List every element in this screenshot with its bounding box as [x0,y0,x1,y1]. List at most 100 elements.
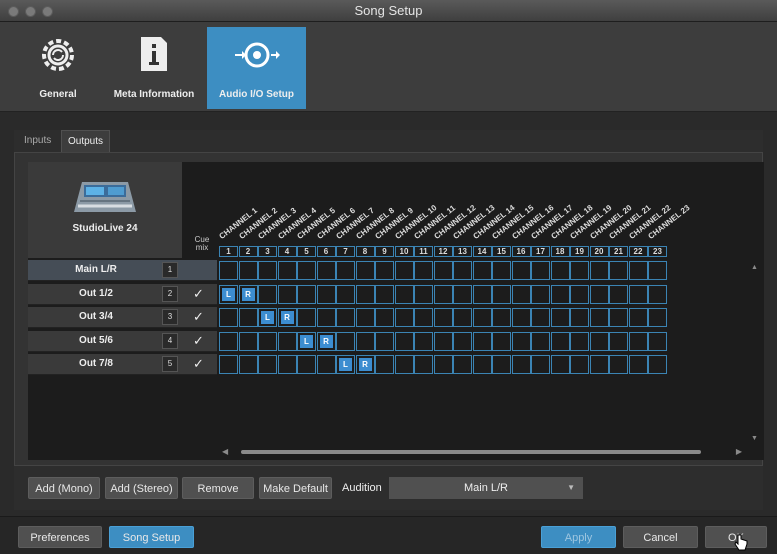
routing-cell[interactable] [258,284,277,304]
routing-cell[interactable] [550,308,570,327]
remove-button[interactable]: Remove [182,477,254,499]
routing-cell[interactable] [531,261,550,280]
left-assign-marker[interactable]: L [339,358,352,371]
routing-cell[interactable] [316,355,336,374]
routing-cell[interactable] [414,261,433,280]
right-assign-marker[interactable]: R [241,287,255,301]
routing-cell[interactable] [589,261,609,280]
routing-cell[interactable] [648,331,667,351]
routing-cell[interactable] [394,331,414,351]
routing-cell[interactable] [492,261,511,280]
routing-cell[interactable] [336,284,355,304]
routing-cell[interactable] [511,261,531,280]
horizontal-scrollbar[interactable]: ◀ ▶ [217,446,747,458]
routing-cell[interactable] [648,284,667,304]
routing-cell[interactable] [453,331,472,351]
left-assign-marker[interactable]: L [261,311,274,324]
cue-mix-checkbox[interactable]: ✓ [193,310,204,324]
routing-cell[interactable] [238,308,258,327]
routing-cell[interactable] [531,284,550,304]
routing-cell[interactable] [511,331,531,351]
routing-cell[interactable] [297,308,316,327]
tab-audio-io-setup[interactable]: Audio I/O Setup [207,27,306,109]
routing-cell[interactable] [628,284,648,304]
routing-cell[interactable] [453,284,472,304]
subtab-inputs[interactable]: Inputs [18,130,57,152]
routing-cell[interactable] [277,331,297,351]
routing-cell[interactable] [316,308,336,327]
routing-cell[interactable] [433,261,453,280]
left-assign-marker[interactable]: L [222,287,235,301]
output-label[interactable]: Out 7/8 [36,354,156,374]
routing-cell[interactable] [277,284,297,304]
routing-cell[interactable] [550,355,570,374]
routing-cell[interactable] [570,308,589,327]
routing-cell[interactable] [336,261,355,280]
routing-cell[interactable] [648,261,667,280]
routing-cell[interactable] [589,331,609,351]
routing-cell[interactable] [355,331,375,351]
routing-cell[interactable] [433,331,453,351]
routing-cell[interactable] [336,308,355,327]
routing-cell[interactable] [316,284,336,304]
routing-cell[interactable] [648,355,667,374]
routing-cell[interactable] [355,284,375,304]
add-mono-button[interactable]: Add (Mono) [28,477,100,499]
scroll-left-arrow-icon[interactable]: ◀ [222,447,228,456]
routing-cell[interactable] [453,308,472,327]
routing-cell[interactable] [394,261,414,280]
routing-cell[interactable] [609,331,628,351]
preferences-button[interactable]: Preferences [18,526,102,548]
routing-cell[interactable] [492,284,511,304]
routing-cell[interactable] [550,261,570,280]
routing-cell[interactable] [511,355,531,374]
routing-cell[interactable] [219,355,238,374]
routing-cell[interactable] [336,331,355,351]
routing-cell[interactable] [531,355,550,374]
routing-cell[interactable] [628,355,648,374]
routing-cell[interactable] [531,331,550,351]
tab-general[interactable]: General [20,27,96,109]
routing-cell[interactable] [589,308,609,327]
routing-cell[interactable] [628,331,648,351]
routing-cell[interactable] [589,284,609,304]
routing-cell[interactable] [492,308,511,327]
horizontal-scroll-thumb[interactable] [241,450,701,454]
routing-cell[interactable] [219,331,238,351]
right-assign-marker[interactable]: R [358,358,372,371]
routing-cell[interactable] [414,284,433,304]
routing-cell[interactable] [258,331,277,351]
routing-cell[interactable] [297,284,316,304]
scroll-right-arrow-icon[interactable]: ▶ [736,447,742,456]
routing-cell[interactable] [258,261,277,280]
routing-cell[interactable] [550,331,570,351]
routing-cell[interactable] [297,261,316,280]
routing-cell[interactable] [219,308,238,327]
routing-cell[interactable] [531,308,550,327]
routing-cell[interactable] [375,284,394,304]
routing-cell[interactable] [511,284,531,304]
vertical-scrollbar[interactable]: ▲ ▼ [749,262,759,444]
cancel-button[interactable]: Cancel [623,526,698,548]
subtab-outputs[interactable]: Outputs [61,130,111,152]
routing-cell[interactable] [394,308,414,327]
left-assign-marker[interactable]: L [300,334,313,348]
routing-cell[interactable] [492,355,511,374]
routing-cell[interactable] [453,355,472,374]
routing-cell[interactable] [414,308,433,327]
routing-cell[interactable] [238,355,258,374]
cue-mix-checkbox[interactable]: ✓ [193,333,204,348]
routing-cell[interactable] [375,308,394,327]
routing-cell[interactable] [316,261,336,280]
routing-cell[interactable] [277,261,297,280]
routing-cell[interactable] [277,355,297,374]
cue-mix-checkbox[interactable]: ✓ [193,357,204,371]
routing-cell[interactable] [570,284,589,304]
routing-cell[interactable] [472,331,492,351]
output-label[interactable]: Out 3/4 [36,307,156,327]
routing-cell[interactable] [238,331,258,351]
routing-cell[interactable] [609,261,628,280]
routing-cell[interactable] [394,284,414,304]
routing-cell[interactable] [609,284,628,304]
routing-cell[interactable] [628,261,648,280]
